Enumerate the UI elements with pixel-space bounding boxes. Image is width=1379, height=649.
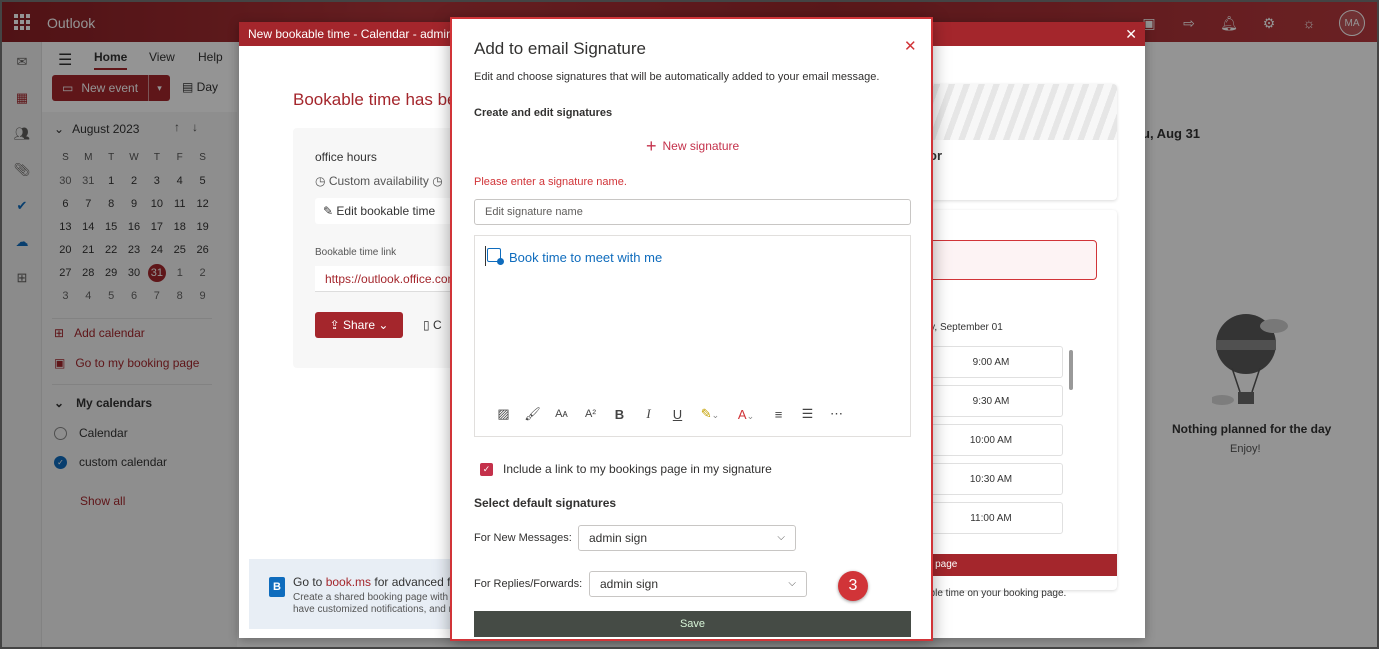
copy-button[interactable]: ▯ C bbox=[423, 318, 442, 332]
close-icon[interactable]: ✕ bbox=[1125, 22, 1137, 46]
signature-editor[interactable]: Book time to meet with me ▨ 🖌︎ Aᴀ A² B I… bbox=[474, 235, 911, 437]
dialog-title: Add to email Signature bbox=[474, 39, 646, 58]
superscript-icon[interactable]: A² bbox=[576, 408, 605, 420]
more-icon[interactable]: ⋯ bbox=[822, 406, 851, 422]
promo-text: Create a shared booking page with y have … bbox=[293, 592, 457, 616]
replies-label: For Replies/Forwards: bbox=[474, 578, 583, 590]
align-icon[interactable]: ≡ bbox=[764, 407, 793, 422]
promo-link[interactable]: book.ms bbox=[326, 575, 371, 589]
include-link-label: Include a link to my bookings page in my… bbox=[503, 462, 772, 476]
time-slot[interactable]: 11:00 AM bbox=[919, 502, 1063, 534]
plus-icon: + bbox=[646, 136, 657, 156]
replies-select[interactable]: admin sign ⌵ bbox=[589, 571, 807, 597]
font-color-icon[interactable]: A⌄ bbox=[728, 407, 764, 422]
replies-value: admin sign bbox=[600, 577, 659, 591]
text-caret bbox=[485, 246, 486, 266]
bookable-heading: Bookable time has be bbox=[293, 90, 457, 109]
edit-bookable-button[interactable]: ✎ Edit bookable time bbox=[315, 198, 455, 224]
link-label: Bookable time link bbox=[315, 247, 397, 258]
step-badge: 3 bbox=[838, 571, 868, 601]
new-messages-label: For New Messages: bbox=[474, 532, 572, 544]
italic-icon[interactable]: I bbox=[634, 406, 663, 422]
time-slot[interactable]: 9:30 AM bbox=[919, 385, 1063, 417]
error-message: Please enter a signature name. bbox=[474, 176, 627, 188]
calendar-person-icon bbox=[487, 248, 504, 265]
new-signature-label: New signature bbox=[662, 139, 740, 153]
time-slot[interactable]: 10:00 AM bbox=[919, 424, 1063, 456]
preview-card: or bbox=[919, 84, 1117, 200]
underline-icon[interactable]: U bbox=[663, 407, 692, 422]
signature-name-input[interactable] bbox=[474, 199, 911, 225]
share-label: Share bbox=[342, 318, 376, 332]
availability-label: Custom availability bbox=[328, 174, 429, 188]
edit-bookable-label: Edit bookable time bbox=[336, 204, 436, 218]
chevron-down-icon: ⌵ bbox=[777, 532, 785, 543]
promo-line-3: have customized notifications, and m bbox=[293, 604, 457, 615]
section-default-title: Select default signatures bbox=[474, 496, 617, 510]
book-time-link[interactable]: Book time to meet with me bbox=[509, 250, 662, 265]
scrollbar[interactable] bbox=[1069, 350, 1073, 390]
section-create-title: Create and edit signatures bbox=[474, 107, 613, 119]
booking-page-text: kable time on your booking page. bbox=[919, 588, 1067, 599]
share-button[interactable]: ⇪ Share ⌄ bbox=[315, 312, 403, 338]
bookings-logo-icon: B bbox=[269, 577, 285, 597]
screen-frame: Outlook ▣ ⇨ 🔔︎ ⚙ ☼ MA ✉ ▦ 👥︎ 📎︎ ✔ ☁ ⊞ ☰ … bbox=[0, 0, 1379, 649]
slots-card: day, September 01 9:00 AM 9:30 AM 10:00 … bbox=[919, 210, 1117, 599]
close-icon[interactable]: ✕ bbox=[904, 37, 917, 55]
format-toolbar: ▨ 🖌︎ Aᴀ A² B I U ✎⌄ A⌄ ≡ ☰ ⋯ bbox=[489, 406, 851, 422]
save-button[interactable]: Save bbox=[474, 611, 911, 637]
highlight-icon[interactable]: ✎⌄ bbox=[692, 406, 728, 422]
booking-page-button[interactable]: ing page bbox=[919, 554, 1117, 576]
copy-label: C bbox=[432, 318, 442, 332]
bookings-promo: B Go to book.ms for advanced fe Create a… bbox=[249, 559, 459, 629]
new-messages-value: admin sign bbox=[589, 531, 648, 545]
preview-image bbox=[919, 84, 1117, 140]
promo-prefix: Go to bbox=[293, 575, 326, 589]
notice-box bbox=[919, 240, 1097, 280]
image-icon[interactable]: ▨ bbox=[489, 406, 518, 422]
chevron-down-icon: ⌵ bbox=[788, 578, 796, 589]
include-link-row[interactable]: ✓ Include a link to my bookings page in … bbox=[480, 462, 772, 476]
link-url[interactable]: https://outlook.office.com bbox=[315, 266, 458, 292]
promo-suffix: for advanced fe bbox=[371, 575, 458, 589]
promo-title: Go to book.ms for advanced fe bbox=[293, 575, 457, 589]
promo-line-2: Create a shared booking page with y bbox=[293, 592, 456, 603]
new-signature-button[interactable]: + New signature bbox=[646, 136, 740, 156]
bold-icon[interactable]: B bbox=[605, 407, 634, 422]
availability-text: ◷ Custom availability ◷ bbox=[315, 174, 443, 188]
signature-dialog: Add to email Signature ✕ Edit and choose… bbox=[450, 17, 933, 641]
time-slot[interactable]: 10:30 AM bbox=[919, 463, 1063, 495]
font-size-icon[interactable]: Aᴀ bbox=[547, 408, 576, 420]
time-slot[interactable]: 9:00 AM bbox=[919, 346, 1063, 378]
card-title: office hours bbox=[315, 150, 377, 164]
include-link-checkbox[interactable]: ✓ bbox=[480, 462, 493, 476]
dialog-subtitle: Edit and choose signatures that will be … bbox=[474, 71, 880, 83]
new-messages-select[interactable]: admin sign ⌵ bbox=[578, 525, 796, 551]
list-icon[interactable]: ☰ bbox=[793, 406, 822, 422]
format-painter-icon[interactable]: 🖌︎ bbox=[518, 406, 547, 422]
